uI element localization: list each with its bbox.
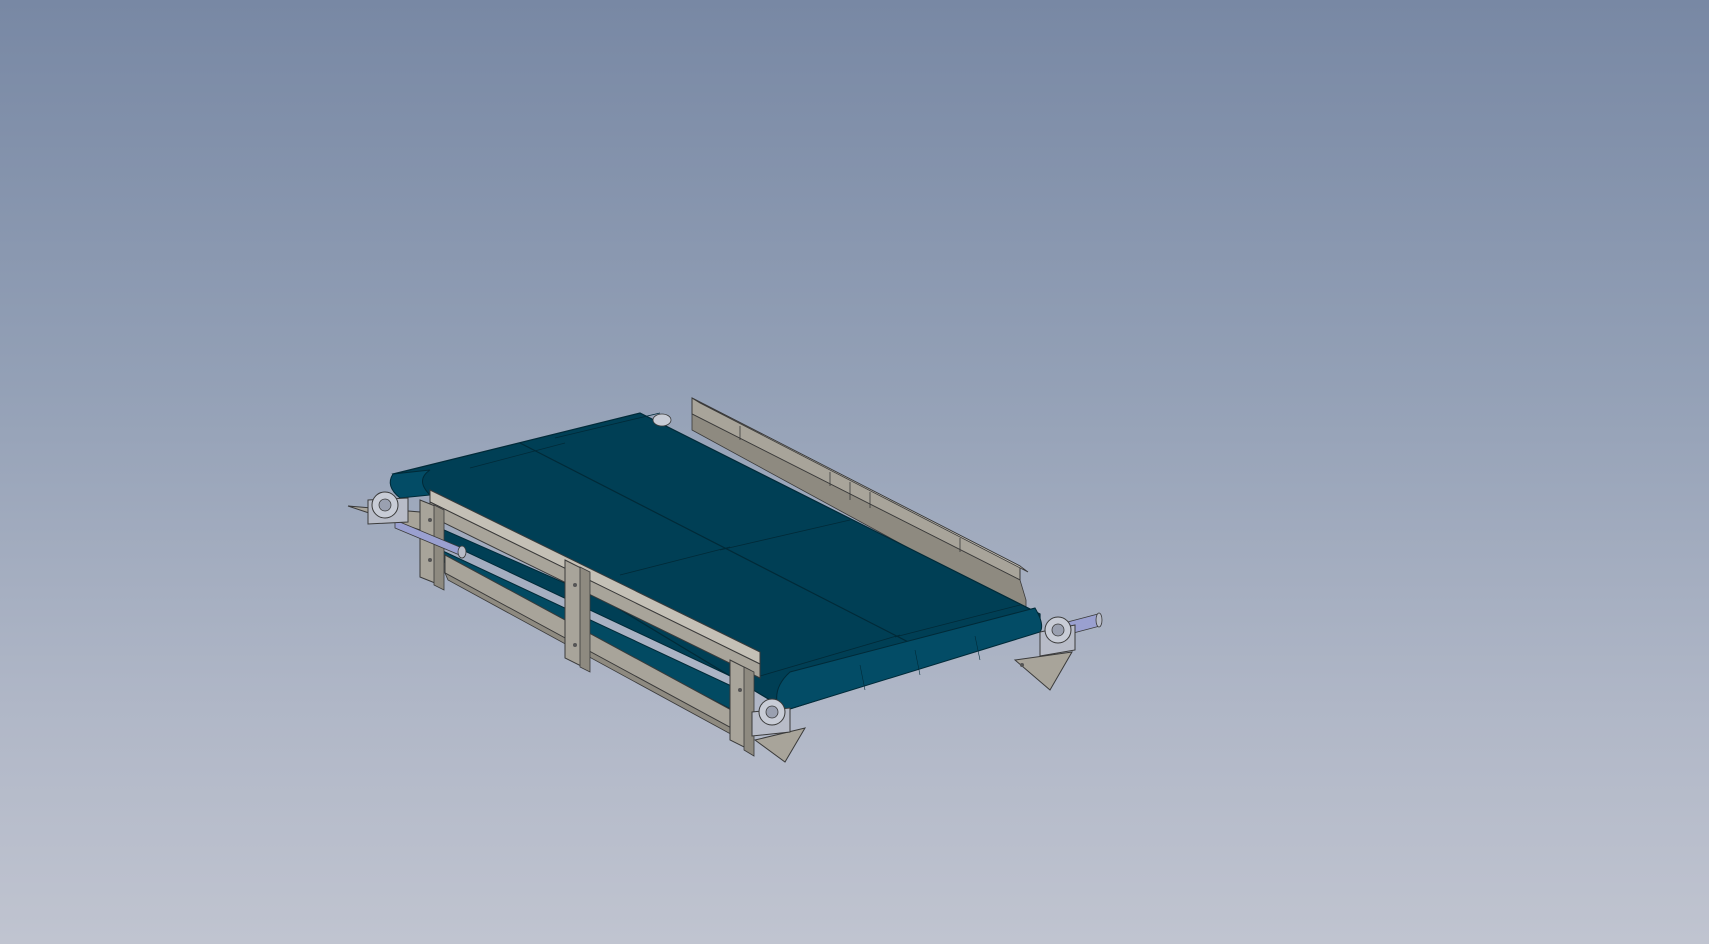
bearing-tail-back[interactable] [652, 413, 672, 427]
conveyor-model[interactable] [0, 0, 1709, 944]
cad-graphics-viewport[interactable] [0, 0, 1709, 944]
tail-end-plate [1013, 651, 1073, 691]
